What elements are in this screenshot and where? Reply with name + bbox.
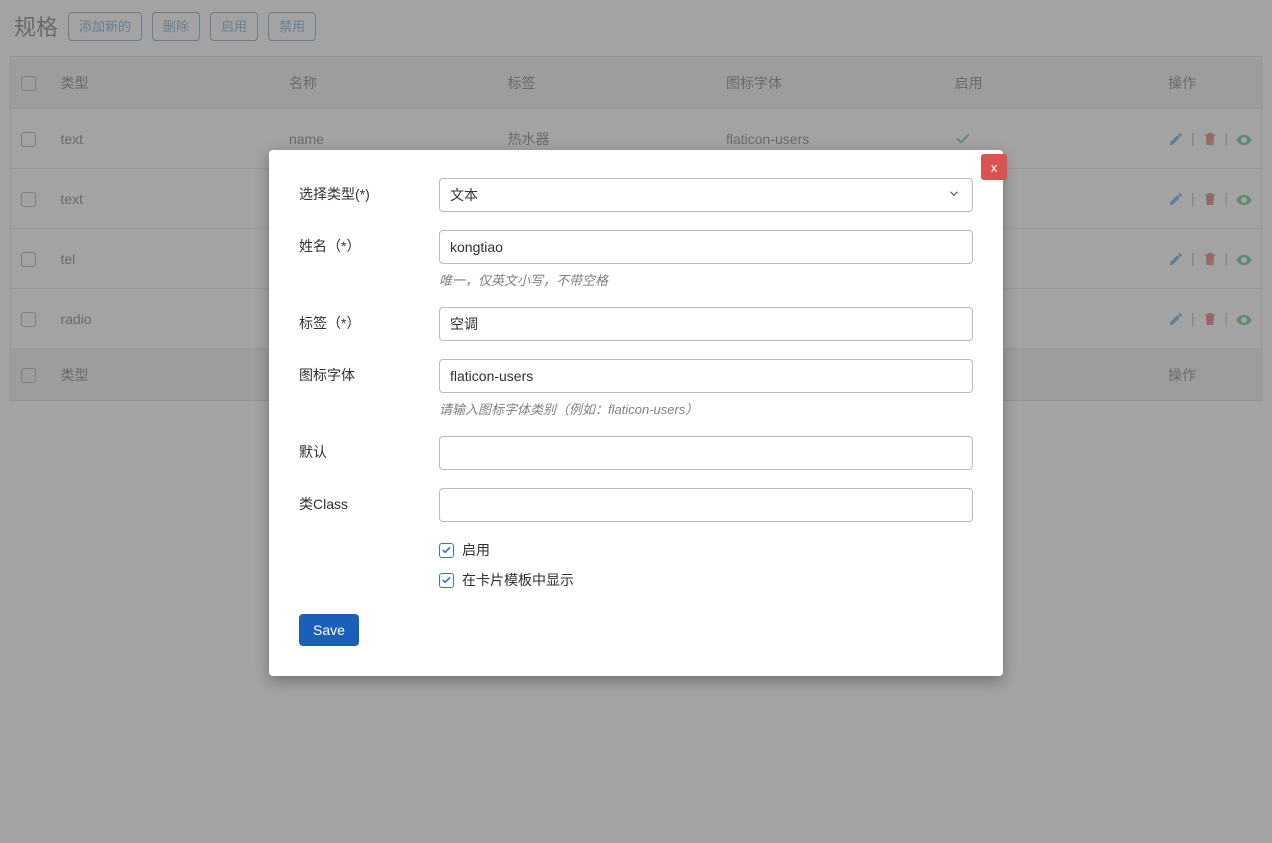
tag-input[interactable] [439, 307, 973, 341]
class-label: 类Class [299, 488, 439, 514]
select-type-label: 选择类型(*) [299, 178, 439, 204]
enable-checkbox-label: 启用 [462, 540, 490, 560]
close-icon: x [991, 160, 998, 175]
iconfont-input[interactable] [439, 359, 973, 393]
close-button[interactable]: x [981, 154, 1007, 180]
default-label: 默认 [299, 436, 439, 462]
name-hint: 唯一，仅英文小写，不带空格 [439, 270, 973, 289]
class-input[interactable] [439, 488, 973, 522]
show-in-card-label: 在卡片模板中显示 [462, 570, 574, 590]
select-type-input[interactable]: 文本 [439, 178, 973, 212]
edit-modal: x 选择类型(*) 文本 姓名（*） 唯一，仅英文小写，不带空格 标签（*） [269, 150, 1003, 676]
iconfont-label: 图标字体 [299, 359, 439, 385]
name-input[interactable] [439, 230, 973, 264]
enable-checkbox[interactable] [439, 543, 454, 558]
default-input[interactable] [439, 436, 973, 470]
name-label: 姓名（*） [299, 230, 439, 256]
save-button[interactable]: Save [299, 614, 359, 646]
tag-label: 标签（*） [299, 307, 439, 333]
iconfont-hint: 请输入图标字体类别（例如：flaticon-users） [439, 399, 973, 418]
show-in-card-checkbox[interactable] [439, 573, 454, 588]
